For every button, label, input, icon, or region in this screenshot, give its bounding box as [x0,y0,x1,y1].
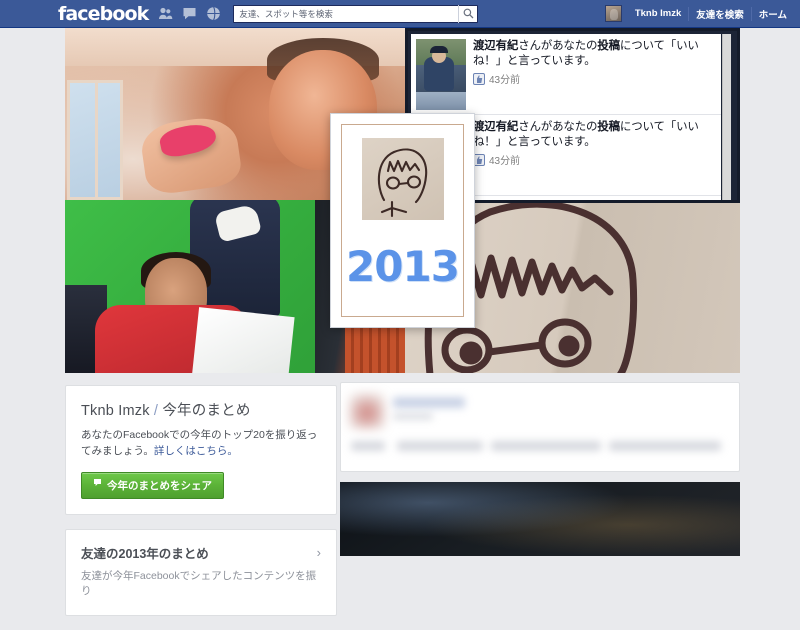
notification-text: 渡辺有紀さんがあなたの投稿について「いいね！」と言っています。 [473,121,699,149]
topbar-right-nav: Tknb Imzk 友達を検索 ホーム [604,0,794,28]
search-placeholder: 友達、スポット等を検索 [239,8,333,19]
notification-body: 渡辺有紀さんがあなたの投稿について「いいね！」と言っています。 43分前 [473,120,715,190]
share-year-summary-button[interactable]: 今年のまとめをシェア [81,471,224,499]
blurred-text-line [491,441,601,451]
notifications-scrollbar[interactable] [722,34,731,200]
notification-timestamp: 43分前 [489,156,521,168]
doodle-thumbnail-drawing [377,148,427,218]
notification-text: 渡辺有紀さんがあなたの投稿について「いいね！」と言っています。 [473,40,699,68]
left-column: Tknb Imzk / 今年のまとめ あなたのFacebookでの今年のトップ2… [65,385,337,630]
friends-card-title: 友達の2013年のまとめ [81,546,209,561]
summary-card-title: Tknb Imzk / 今年のまとめ [81,403,251,419]
photo-detail [67,80,123,200]
photo-detail [191,307,295,373]
friends-card-description: 友達が今年Facebookでシェアしたコンテンツを振り [81,569,317,598]
notification-body: 渡辺有紀さんがあなたの投稿について「いいね！」と言っています。 43分前 [473,39,715,109]
notification-meta: 43分前 [473,71,715,86]
summary-card-description: あなたのFacebookでの今年のトップ20を振り返ってみましょう。詳しくはこち… [81,429,318,457]
facebook-top-bar: facebook 友達、スポット等を検索 Tknb Imzk 友達を検索 ホーム [0,0,800,28]
friends-summary-card[interactable]: 友達の2013年のまとめ › 友達が今年Facebookでシェアしたコンテンツを… [65,528,337,616]
year-label: 2013 [346,242,460,291]
search-input[interactable]: 友達、スポット等を検索 [233,4,479,23]
notification-meta: 43分前 [473,152,715,167]
dark-post-photo[interactable] [340,482,740,556]
blurred-subtext [393,413,433,420]
avatar[interactable] [604,5,622,22]
profile-name-link[interactable]: Tknb Imzk [628,8,688,19]
messages-icon[interactable] [182,6,197,21]
right-column [340,382,740,556]
year-card-thumbnail [361,138,444,220]
notification-thumbnail [416,39,466,110]
blurred-text-line [351,441,385,451]
year-card-frame: 2013 [341,124,464,317]
friend-requests-icon[interactable] [158,6,173,21]
blurred-text-line [397,441,483,451]
home-link[interactable]: ホーム [752,7,794,21]
year-summary-card: Tknb Imzk / 今年のまとめ あなたのFacebookでの今年のトップ2… [65,385,337,515]
friends-card-header: 友達の2013年のまとめ › [81,543,321,562]
share-button-label: 今年のまとめをシェア [107,479,212,492]
thumbs-up-icon [473,72,485,85]
photo-collage-hero: 渡辺有紀さんがあなたの投稿について「いいね！」と言っています。 43分前 渡辺有… [0,28,800,373]
blurred-name [393,397,465,408]
share-flag-icon [93,479,102,491]
lower-content-area: Tknb Imzk / 今年のまとめ あなたのFacebookでの今年のトップ2… [0,373,800,616]
notification-item[interactable]: 渡辺有紀さんがあなたの投稿について「いいね！」と言っています。 43分前 [411,34,721,115]
blurred-avatar [349,393,385,429]
top-nav-icons [158,6,221,21]
search-icon[interactable] [458,4,478,23]
blurred-post-card[interactable] [340,382,740,472]
notification-timestamp: 43分前 [489,75,521,87]
notifications-globe-icon[interactable] [206,6,221,21]
blurred-text-line [609,441,721,451]
find-friends-link[interactable]: 友達を検索 [689,7,751,21]
year-in-review-card[interactable]: 2013 [330,113,475,328]
facebook-logo[interactable]: facebook [58,3,149,25]
learn-more-link[interactable]: 詳しくはこちら。 [154,445,238,457]
search-container[interactable]: 友達、スポット等を検索 [233,4,479,23]
